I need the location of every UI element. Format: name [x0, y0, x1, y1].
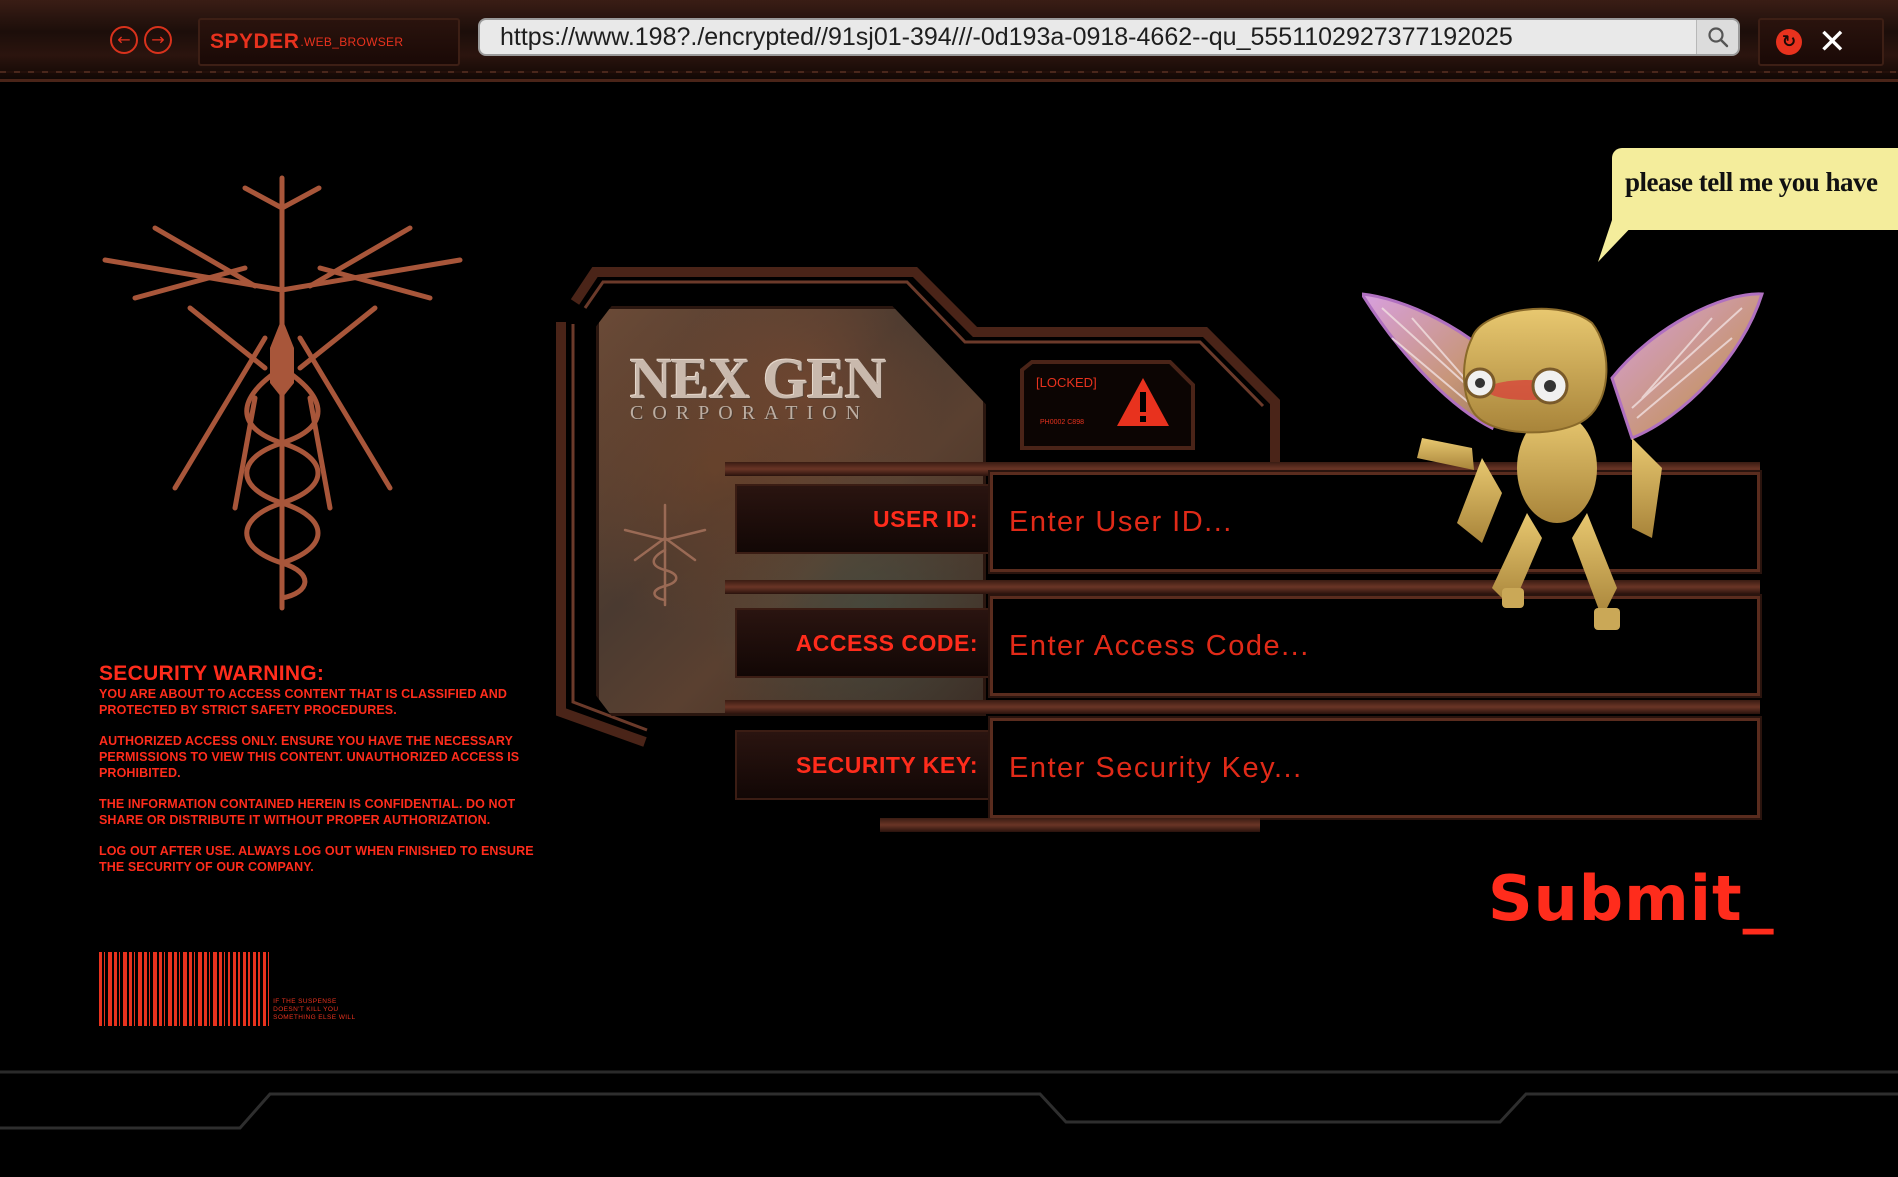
corporate-emblem-icon	[102, 175, 463, 611]
address-bar	[478, 18, 1740, 56]
browser-toolbar: ← → SPYDER .WEB_BROWSER ↻ ✕	[0, 0, 1898, 82]
magnifier-icon	[1707, 27, 1728, 48]
close-button[interactable]: ✕	[1818, 25, 1847, 59]
fairy-robot-mascot-icon[interactable]	[1362, 288, 1782, 668]
warning-paragraph-2: AUTHORIZED ACCESS ONLY. ENSURE YOU HAVE …	[99, 734, 520, 780]
browser-brand: SPYDER .WEB_BROWSER	[198, 18, 460, 66]
forward-button[interactable]: →	[144, 26, 172, 54]
security-key-label: SECURITY KEY:	[735, 730, 990, 800]
warning-title: SECURITY WARNING:	[99, 662, 325, 685]
lock-status-label: [LOCKED]	[1036, 375, 1097, 390]
warning-paragraph-1: YOU ARE ABOUT TO ACCESS CONTENT THAT IS …	[99, 687, 507, 717]
warning-paragraph-4: LOG OUT AFTER USE. ALWAYS LOG OUT WHEN F…	[99, 844, 534, 874]
url-input[interactable]	[480, 20, 1696, 54]
barcode: IF THE SUSPENSE DOESN'T KILL YOU SOMETHI…	[99, 952, 359, 1026]
speech-bubble-tail	[1598, 220, 1638, 262]
back-button[interactable]: ←	[110, 26, 138, 54]
nav-buttons: ← →	[110, 26, 172, 54]
security-key-input[interactable]	[988, 716, 1762, 820]
barcode-bars-short	[227, 952, 270, 1026]
company-logo-subtitle: CORPORATION	[630, 402, 870, 424]
barcode-caption: IF THE SUSPENSE DOESN'T KILL YOU SOMETHI…	[273, 998, 356, 1021]
user-id-label: USER ID:	[735, 484, 990, 554]
brand-suffix: .WEB_BROWSER	[300, 35, 404, 49]
url-search-button[interactable]	[1696, 20, 1738, 54]
record-button[interactable]: ↻	[1776, 29, 1802, 55]
lock-status-code: PH0002 C898	[1040, 419, 1084, 426]
warning-paragraph-3: THE INFORMATION CONTAINED HEREIN IS CONF…	[99, 797, 516, 827]
brand-name: SPYDER	[210, 30, 300, 53]
plate-emblem-icon	[623, 503, 707, 607]
security-key-row: SECURITY KEY:	[725, 708, 1762, 820]
security-warning: SECURITY WARNING: YOU ARE ABOUT TO ACCES…	[99, 662, 549, 890]
speech-bubble-text: please tell me you have	[1625, 167, 1878, 197]
warning-triangle-icon	[1117, 378, 1169, 426]
console-rail-bottom	[880, 818, 1260, 832]
submit-button[interactable]: Submit_	[1488, 862, 1775, 935]
footer-decoration	[0, 1070, 1898, 1130]
access-code-label: ACCESS CODE:	[735, 608, 990, 678]
window-controls: ↻ ✕	[1758, 18, 1884, 66]
barcode-bars	[99, 952, 228, 1026]
